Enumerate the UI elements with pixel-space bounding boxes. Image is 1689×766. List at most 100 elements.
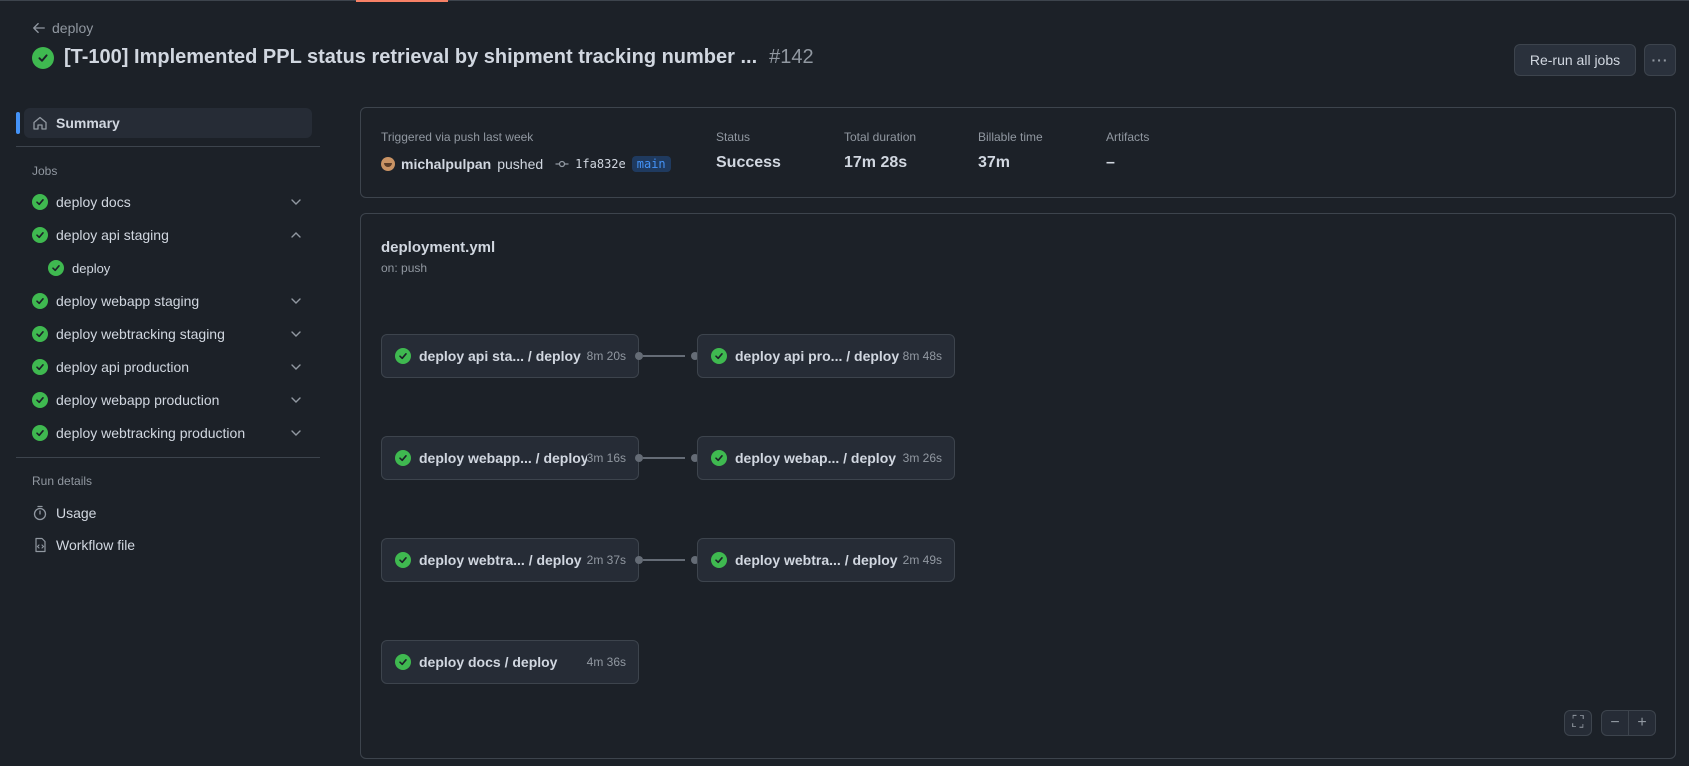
job-label: deploy api staging — [56, 227, 169, 243]
avatar[interactable] — [381, 157, 395, 171]
job-node-duration: 4m 36s — [586, 655, 626, 669]
chevron-down-icon[interactable] — [290, 196, 302, 208]
duration-value: 17m 28s — [844, 154, 908, 171]
fullscreen-icon: ⛶ — [1572, 714, 1584, 731]
node-output-port — [635, 556, 643, 564]
sidebar-item-usage[interactable]: Usage — [24, 498, 312, 528]
chevron-down-icon[interactable] — [290, 295, 302, 307]
job-node-duration: 2m 37s — [586, 553, 626, 567]
active-tab-indicator — [356, 0, 448, 2]
node-output-port — [635, 454, 643, 462]
top-border — [0, 0, 1689, 1]
workflow-job-node[interactable]: deploy docs / deploy 4m 36s — [381, 640, 639, 684]
sidebar-divider — [16, 457, 320, 458]
status-value: Success — [716, 154, 781, 171]
artifacts-value: – — [1106, 154, 1115, 171]
node-output-port — [635, 352, 643, 360]
sidebar-job-deploy-docs[interactable]: deploy docs — [24, 187, 312, 217]
chevron-down-icon[interactable] — [290, 361, 302, 373]
success-check-icon — [32, 194, 48, 210]
run-number: #142 — [769, 46, 814, 68]
success-check-icon — [395, 348, 411, 364]
chevron-down-icon[interactable] — [290, 427, 302, 439]
back-link[interactable]: deploy — [32, 20, 93, 36]
sidebar-job-deploy-webtracking-production[interactable]: deploy webtracking production — [24, 418, 312, 448]
success-check-icon — [32, 46, 54, 69]
success-check-icon — [32, 227, 48, 243]
sidebar-job-deploy-api-production[interactable]: deploy api production — [24, 352, 312, 382]
zoom-in-button[interactable]: + — [1628, 710, 1656, 736]
chevron-up-icon[interactable] — [290, 229, 302, 241]
workflow-job-node[interactable]: deploy webapp... / deploy 3m 16s — [381, 436, 639, 480]
dependency-connector — [643, 355, 685, 357]
workflow-graph-card: deployment.yml on: push deploy api sta..… — [360, 213, 1676, 759]
success-check-icon — [395, 654, 411, 670]
trigger-label: Triggered via push last week — [381, 130, 534, 144]
job-label: deploy webapp staging — [56, 293, 200, 309]
job-node-label: deploy webap... / deploy — [735, 450, 897, 466]
sidebar-item-workflow-file[interactable]: Workflow file — [24, 530, 312, 560]
username-link[interactable]: michalpulpan — [401, 156, 491, 172]
more-options-button[interactable]: ··· — [1644, 44, 1676, 76]
sidebar-job-deploy-webapp-production[interactable]: deploy webapp production — [24, 385, 312, 415]
sidebar-item-label: Usage — [56, 505, 97, 521]
job-label: deploy webapp production — [56, 392, 220, 408]
job-node-label: deploy docs / deploy — [419, 654, 558, 670]
home-icon — [33, 116, 47, 130]
workflow-file-name[interactable]: deployment.yml — [381, 239, 495, 256]
sidebar-item-label: Workflow file — [56, 537, 136, 553]
stopwatch-icon — [33, 505, 47, 521]
sidebar-job-deploy-webapp-staging[interactable]: deploy webapp staging — [24, 286, 312, 316]
workflow-job-node[interactable]: deploy webtra... / deploy 2m 49s — [697, 538, 955, 582]
billable-label: Billable time — [978, 130, 1043, 144]
workflow-job-node[interactable]: deploy webap... / deploy 3m 26s — [697, 436, 955, 480]
chevron-down-icon[interactable] — [290, 328, 302, 340]
fullscreen-button[interactable]: ⛶ — [1564, 710, 1592, 736]
success-check-icon — [32, 425, 48, 441]
job-node-duration: 3m 26s — [902, 451, 942, 465]
sidebar-item-summary[interactable]: Summary — [16, 108, 312, 138]
kebab-horizontal-icon: ··· — [1651, 52, 1669, 68]
job-node-label: deploy webapp... / deploy — [419, 450, 587, 466]
status-label: Status — [716, 130, 751, 144]
workflow-job-node[interactable]: deploy api pro... / deploy 8m 48s — [697, 334, 955, 378]
action-text: pushed — [497, 156, 544, 172]
plus-icon: + — [1637, 714, 1647, 731]
commit-sha-link[interactable]: 1fa832e — [575, 157, 626, 171]
success-check-icon — [32, 326, 48, 342]
success-check-icon — [32, 359, 48, 375]
chevron-down-icon[interactable] — [290, 394, 302, 406]
rerun-all-jobs-button[interactable]: Re-run all jobs — [1514, 44, 1636, 76]
trigger-details: michalpulpan pushed 1fa832e main — [381, 156, 671, 172]
sidebar-job-deploy-api-staging[interactable]: deploy api staging — [24, 220, 312, 250]
branch-badge[interactable]: main — [631, 156, 671, 172]
jobs-heading: Jobs — [32, 164, 58, 178]
job-node-label: deploy webtra... / deploy — [735, 552, 898, 568]
success-check-icon — [48, 260, 64, 276]
job-label: deploy api production — [56, 359, 190, 375]
file-code-icon — [35, 537, 46, 553]
git-commit-icon — [555, 160, 569, 168]
sidebar-subjob-deploy[interactable]: deploy — [48, 253, 312, 283]
success-check-icon — [395, 552, 411, 568]
job-label: deploy webtracking staging — [56, 326, 225, 342]
artifacts-label: Artifacts — [1106, 130, 1150, 144]
workflow-job-node[interactable]: deploy webtra... / deploy 2m 37s — [381, 538, 639, 582]
job-node-duration: 2m 49s — [902, 553, 942, 567]
zoom-out-button[interactable]: − — [1601, 710, 1629, 736]
page-title: [T-100] Implemented PPL status retrieval… — [64, 46, 758, 68]
success-check-icon — [395, 450, 411, 466]
success-check-icon — [711, 348, 727, 364]
success-check-icon — [711, 552, 727, 568]
job-node-label: deploy api sta... / deploy — [419, 348, 581, 364]
job-label: deploy docs — [56, 194, 131, 210]
sidebar-job-deploy-webtracking-staging[interactable]: deploy webtracking staging — [24, 319, 312, 349]
success-check-icon — [32, 293, 48, 309]
workflow-job-node[interactable]: deploy api sta... / deploy 8m 20s — [381, 334, 639, 378]
job-label: deploy webtracking production — [56, 425, 246, 441]
active-indicator — [16, 112, 20, 134]
run-summary-card: Triggered via push last week michalpulpa… — [360, 107, 1676, 198]
billable-value: 37m — [978, 154, 1011, 171]
run-details-heading: Run details — [32, 474, 93, 488]
job-node-label: deploy webtra... / deploy — [419, 552, 582, 568]
